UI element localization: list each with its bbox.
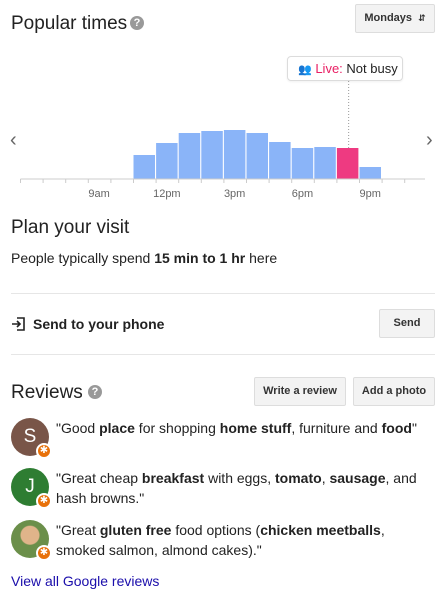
add-photo-button[interactable]: Add a photo <box>353 377 435 406</box>
send-to-phone-icon <box>12 317 25 331</box>
day-selector-label: Mondays <box>364 12 413 24</box>
plan-title: Plan your visit <box>11 217 130 238</box>
hour-bar[interactable] <box>201 131 223 179</box>
chevron-right-icon[interactable]: › <box>426 129 433 152</box>
review-highlight: breakfast <box>141 470 205 486</box>
plan-text-prefix: People typically spend <box>11 250 155 266</box>
popular-times-title: Popular times <box>11 13 128 34</box>
hour-bar[interactable] <box>133 155 156 179</box>
review-highlight: tomato <box>275 470 322 486</box>
review-fragment: "Great <box>56 522 100 538</box>
hour-bar[interactable] <box>291 148 314 179</box>
plan-duration: 15 min to 1 hr <box>154 250 246 266</box>
live-label: Live: <box>315 61 343 76</box>
review-highlight: home stuff <box>219 420 292 436</box>
hour-bar[interactable] <box>178 133 201 179</box>
review-fragment: , furniture and <box>291 420 382 436</box>
divider <box>11 354 435 355</box>
review-text: "Great gluten free food options (chicken… <box>56 520 436 560</box>
review-fragment: "Good <box>56 420 100 436</box>
avatar-letter: J <box>25 476 35 497</box>
people-icon: 👥 <box>298 64 312 76</box>
help-icon[interactable]: ? <box>130 16 144 30</box>
review-fragment: " <box>411 420 417 436</box>
live-bar[interactable] <box>336 148 359 179</box>
write-review-button[interactable]: Write a review <box>254 377 346 406</box>
review-fragment: "Great cheap <box>56 470 142 486</box>
hour-bar[interactable] <box>246 133 269 179</box>
review-fragment: for shopping <box>134 420 220 436</box>
view-all-reviews-link[interactable]: View all Google reviews <box>11 573 159 589</box>
review-highlight: food <box>381 420 412 436</box>
live-status: Not busy <box>346 61 398 76</box>
day-selector-button[interactable]: Mondays ⇵ <box>355 4 435 33</box>
review-snippet[interactable]: ✱ "Great gluten free food options (chicke… <box>11 520 436 561</box>
review-highlight: chicken meetballs <box>260 522 381 538</box>
reviews-title: Reviews <box>11 382 83 403</box>
send-button[interactable]: Send <box>379 309 435 338</box>
local-guide-badge-icon: ✱ <box>36 493 52 509</box>
live-status-pill: 👥 Live: Not busy <box>287 56 403 81</box>
hour-bar[interactable] <box>223 130 246 179</box>
x-tick-label: 12pm <box>153 188 181 200</box>
avatar: S ✱ <box>11 418 52 459</box>
hour-bar[interactable] <box>156 143 178 179</box>
local-guide-badge-icon: ✱ <box>36 545 52 561</box>
review-fragment: food options ( <box>171 522 261 538</box>
avatar: J ✱ <box>11 468 52 509</box>
review-highlight: gluten free <box>99 522 172 538</box>
chevron-left-icon[interactable]: ‹ <box>10 129 17 152</box>
review-highlight: place <box>99 420 135 436</box>
review-text: "Good place for shopping home stuff, fur… <box>56 418 417 456</box>
x-tick-label: 9am <box>88 188 109 200</box>
local-guide-badge-icon: ✱ <box>36 443 52 459</box>
review-text: "Great cheap breakfast with eggs, tomato… <box>56 468 436 508</box>
avatar-letter: S <box>23 426 37 447</box>
divider <box>11 293 435 294</box>
sort-arrows-icon: ⇵ <box>418 13 426 23</box>
review-fragment: with eggs, <box>204 470 276 486</box>
x-tick-label: 3pm <box>224 188 245 200</box>
send-to-phone-label: Send to your phone <box>33 316 165 332</box>
help-icon[interactable]: ? <box>88 385 102 399</box>
hour-bar[interactable] <box>359 167 382 179</box>
plan-duration-text: People typically spend 15 min to 1 hr he… <box>11 250 277 266</box>
plan-text-suffix: here <box>245 250 278 266</box>
avatar: ✱ <box>11 520 52 561</box>
hour-bar[interactable] <box>269 142 291 179</box>
review-snippet[interactable]: S ✱ "Good place for shopping home stuff, f… <box>11 418 436 459</box>
send-to-phone-row[interactable]: Send to your phone <box>11 316 164 332</box>
x-tick-label: 9pm <box>360 188 381 200</box>
hour-bar[interactable] <box>314 147 336 179</box>
x-tick-label: 6pm <box>292 188 313 200</box>
review-snippet[interactable]: J ✱ "Great cheap breakfast with eggs, toma… <box>11 468 436 509</box>
review-highlight: sausage <box>329 470 386 486</box>
